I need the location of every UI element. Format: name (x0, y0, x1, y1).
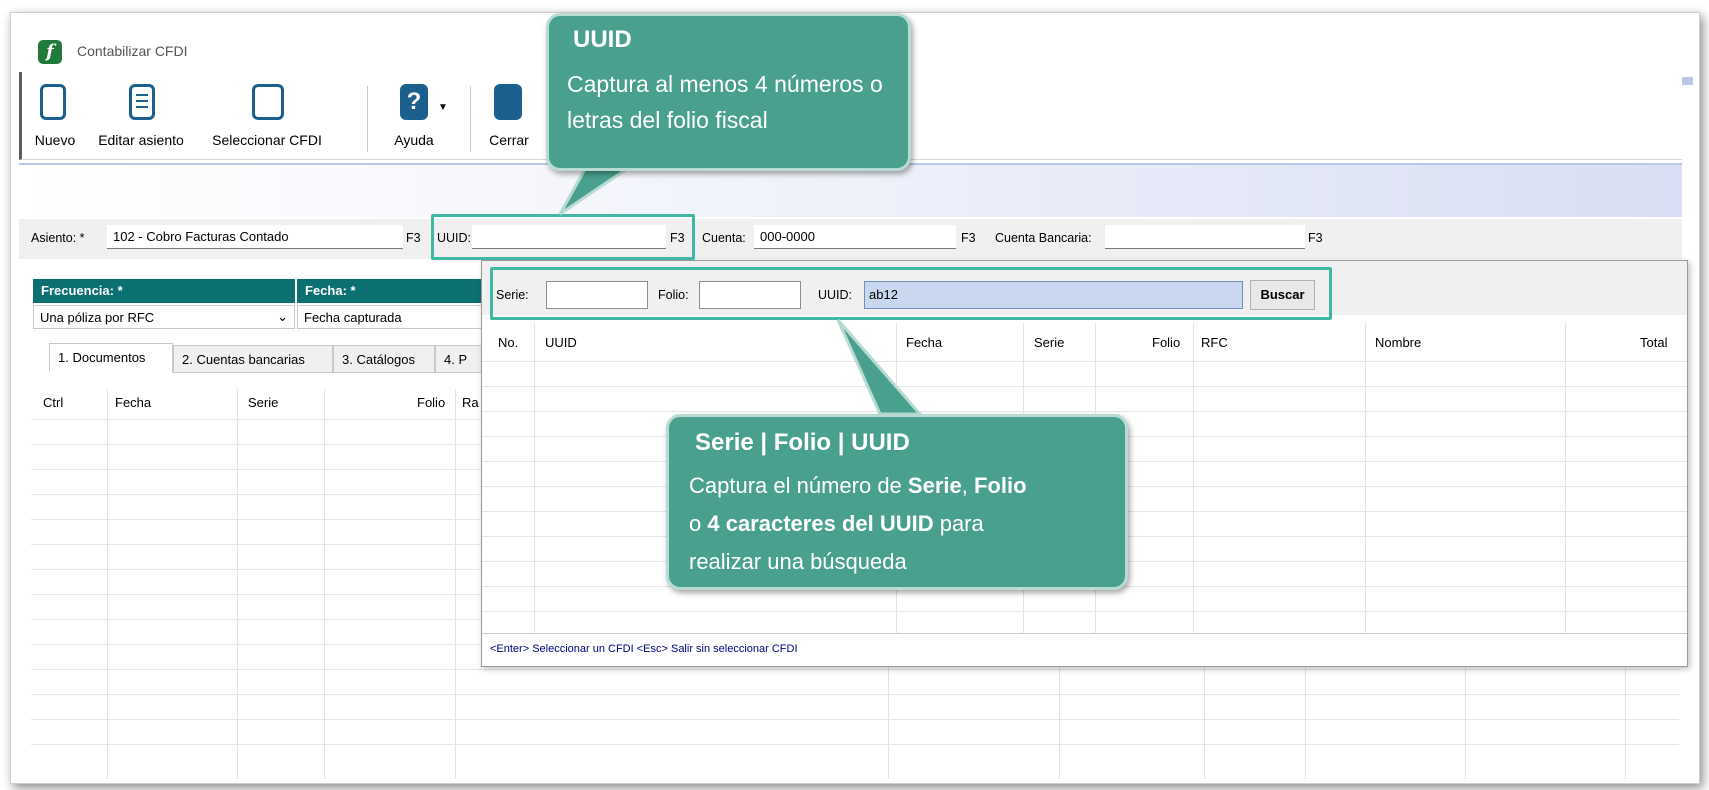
col-serie: Serie (248, 395, 279, 410)
col-serie: Serie (1034, 335, 1065, 350)
cuenta-field[interactable]: 000-0000 (754, 225, 956, 249)
exit-door-icon (494, 84, 522, 120)
list-lines-icon (136, 94, 148, 108)
uuid-callout: UUID Captura al menos 4 números o letras… (546, 13, 911, 171)
search-filters-highlight (490, 267, 1332, 320)
cuenta-bancaria-field[interactable] (1105, 225, 1305, 249)
cerrar-label: Cerrar (489, 132, 529, 148)
frecuencia-select[interactable]: Una póliza por RFC ⌄ (33, 305, 295, 329)
col-total: Total (1640, 335, 1668, 350)
grid-divider (324, 389, 325, 779)
serie-callout-text-1: Captura el número de (689, 473, 908, 498)
tab-documentos[interactable]: 1. Documentos (49, 343, 173, 373)
tab-catalogos[interactable]: 3. Catálogos (333, 345, 435, 373)
col-no: No. (498, 335, 519, 350)
header-gradient-bar (19, 163, 1682, 217)
serie-callout-text-3: o (689, 511, 708, 536)
serie-folio-uuid-callout: Serie | Folio | UUID Captura el número d… (666, 414, 1128, 590)
status-separator (482, 633, 1687, 634)
entry-fields-row: Asiento: * 102 - Cobro Facturas Contado … (19, 219, 1682, 259)
serie-callout-pointer (836, 319, 924, 416)
grid-row-line (31, 719, 1679, 720)
new-document-icon (40, 84, 66, 120)
grid-row-line (31, 694, 1679, 695)
editar-asiento-button[interactable]: Editar asiento (86, 72, 196, 158)
grid-row-line (482, 386, 1687, 387)
seleccionar-cfdi-button[interactable]: Seleccionar CFDI (200, 72, 334, 158)
app-logo-icon: f (38, 40, 62, 64)
nuevo-button[interactable]: Nuevo (28, 72, 82, 158)
frecuencia-header: Frecuencia: * (33, 279, 295, 303)
grid-divider (455, 389, 456, 779)
serie-callout-bold-uuid: 4 caracteres del UUID (707, 511, 934, 536)
tab-cuentas-bancarias[interactable]: 2. Cuentas bancarias (173, 345, 333, 373)
ayuda-button[interactable]: ? ▼ Ayuda (382, 72, 456, 158)
seleccionar-cfdi-label: Seleccionar CFDI (212, 132, 322, 148)
col-fecha: Fecha (115, 395, 152, 410)
col-folio: Folio (1152, 335, 1181, 350)
window-title: Contabilizar CFDI (77, 43, 188, 59)
ayuda-label: Ayuda (394, 132, 434, 148)
uuid-callout-text: Captura al menos 4 números o letras del … (567, 71, 883, 133)
chevron-down-icon: ⌄ (277, 309, 288, 324)
col-uuid: UUID (545, 335, 577, 350)
frecuencia-value: Una póliza por RFC (40, 310, 155, 325)
serie-callout-text-2: , (961, 473, 974, 498)
cerrar-button[interactable]: Cerrar (478, 72, 540, 158)
nuevo-label: Nuevo (34, 132, 76, 148)
uuid-field-highlight (431, 214, 695, 260)
col-rfc: RFC (1201, 335, 1228, 350)
editar-asiento-label: Editar asiento (98, 132, 184, 148)
col-ctrl: Ctrl (43, 395, 64, 410)
grid-row-line (482, 411, 1687, 412)
status-hint: <Enter> Seleccionar un CFDI <Esc> Salir … (490, 643, 798, 655)
fecha-header: Fecha: * (297, 279, 497, 303)
cuenta-label: Cuenta: (702, 231, 746, 245)
grid-row-line (482, 361, 1687, 362)
asiento-f3-button[interactable]: F3 (406, 231, 421, 245)
toolbar-separator (470, 86, 471, 152)
fecha-select[interactable]: Fecha capturada (297, 305, 497, 329)
col-nombre: Nombre (1375, 335, 1422, 350)
serie-callout-text-5: realizar una búsqueda (689, 549, 907, 574)
grid-row-line (31, 744, 1679, 745)
serie-callout-bold-serie: Serie (907, 473, 962, 498)
asiento-field[interactable]: 102 - Cobro Facturas Contado (107, 225, 403, 249)
serie-callout-text-4: para (933, 511, 984, 536)
grid-divider (107, 389, 108, 779)
col-ra: Ra (462, 395, 479, 410)
toolbar-separator (367, 86, 368, 152)
cuenta-bancaria-label: Cuenta Bancaria: (995, 231, 1092, 245)
edit-entry-icon (129, 84, 155, 120)
cuenta-bancaria-f3-button[interactable]: F3 (1308, 231, 1323, 245)
grid-row-line (31, 669, 1679, 670)
asiento-label: Asiento: * (31, 231, 85, 245)
col-folio: Folio (417, 395, 446, 410)
serie-callout-title: Serie | Folio | UUID (695, 429, 910, 456)
dropdown-arrow-icon[interactable]: ▼ (438, 102, 448, 113)
uuid-callout-title: UUID (573, 26, 632, 53)
grid-divider (237, 389, 238, 779)
help-question-icon: ? (400, 84, 428, 120)
serie-callout-bold-folio: Folio (973, 473, 1027, 498)
grid-row-line (482, 611, 1687, 612)
serie-callout-text: Captura el número de Serie, Folio o 4 ca… (689, 467, 1119, 581)
select-cfdi-icon (252, 84, 284, 120)
cuenta-f3-button[interactable]: F3 (961, 231, 976, 245)
